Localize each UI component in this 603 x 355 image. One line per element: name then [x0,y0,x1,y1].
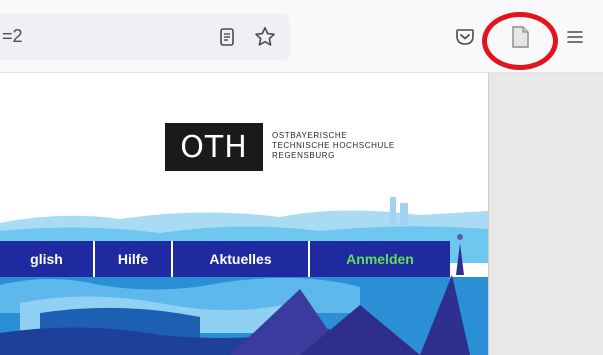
url-text[interactable]: =2 [2,26,23,47]
logo-letters: OTH [180,129,248,165]
pocket-button[interactable] [450,22,480,52]
browser-window: =2 OTH OSTBAYERISCHE TECHNISCHE HOCHSCHU… [0,0,603,355]
logo-text-line-3: REGENSBURG [272,151,335,160]
bookmark-star-icon [253,25,277,49]
nav-item-anmelden[interactable]: Anmelden [310,241,450,277]
web-page: OTH OSTBAYERISCHE TECHNISCHE HOCHSCHULE … [0,73,488,355]
pocket-icon [454,26,476,48]
main-navigation: glish Hilfe Aktuelles Anmelden [0,241,450,277]
bookmark-button[interactable] [250,22,280,52]
gray-side-area [488,73,603,355]
document-icon [509,25,531,49]
reader-view-icon [217,27,237,47]
logo-text-line-2: TECHNISCHE HOCHSCHULE [272,141,395,150]
reader-view-button[interactable] [212,22,242,52]
extension-document-button[interactable] [505,22,535,52]
nav-item-english[interactable]: glish [0,241,95,277]
address-bar[interactable]: =2 [0,14,290,60]
oth-logo[interactable]: OTH [165,123,263,171]
hamburger-menu-icon [565,28,585,46]
browser-toolbar: =2 [0,0,603,73]
logo-text-line-1: OSTBAYERISCHE [272,131,348,140]
nav-item-hilfe[interactable]: Hilfe [95,241,173,277]
menu-button[interactable] [560,22,590,52]
nav-item-aktuelles[interactable]: Aktuelles [173,241,310,277]
